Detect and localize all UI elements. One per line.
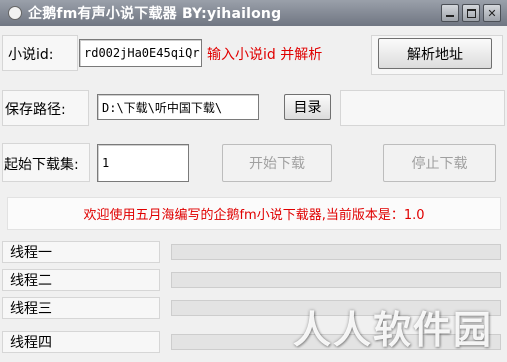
- app-icon: [8, 6, 22, 20]
- welcome-banner: 欢迎使用五月海编写的企鹅fm小说下载器,当前版本是：1.0: [7, 197, 501, 230]
- watermark: 人人软件园: [292, 307, 493, 352]
- directory-button[interactable]: 目录: [284, 94, 331, 120]
- start-episode-label: 起始下载集:: [4, 157, 79, 173]
- maximize-icon: [466, 8, 476, 18]
- save-path-status-panel: [340, 90, 505, 126]
- start-episode-input[interactable]: 1: [97, 144, 189, 182]
- title-bar[interactable]: 企鹅fm有声小说下载器 BY:yihailong ✕: [0, 0, 507, 26]
- thread-progress-bar: [171, 244, 501, 260]
- thread-label: 线程四: [10, 335, 52, 351]
- stop-download-button[interactable]: 停止下载: [383, 144, 496, 182]
- window-controls: ✕: [441, 4, 501, 22]
- thread-label: 线程一: [10, 245, 52, 261]
- novel-id-hint: 输入小说id 并解析: [207, 47, 323, 63]
- thread-progress-bar: [171, 272, 501, 288]
- start-episode-value: 1: [102, 156, 110, 170]
- save-path-value: D:\下载\听中国下载\: [102, 100, 223, 115]
- minimize-button[interactable]: [441, 4, 459, 22]
- parse-address-button[interactable]: 解析地址: [378, 38, 492, 69]
- novel-id-label: 小说id:: [8, 47, 54, 63]
- save-path-label: 保存路径:: [5, 102, 66, 118]
- maximize-button[interactable]: [462, 4, 480, 22]
- window-title: 企鹅fm有声小说下载器 BY:yihailong: [28, 6, 282, 22]
- welcome-banner-text: 欢迎使用五月海编写的企鹅fm小说下载器,当前版本是：1.0: [83, 208, 425, 223]
- minimize-icon: [446, 15, 454, 17]
- novel-id-value: rd002jHa0E45qiQr: [84, 46, 200, 60]
- thread-label: 线程二: [10, 273, 52, 289]
- novel-id-input[interactable]: rd002jHa0E45qiQr: [79, 39, 202, 67]
- start-download-button[interactable]: 开始下载: [222, 144, 332, 182]
- close-button[interactable]: ✕: [483, 4, 501, 22]
- save-path-input[interactable]: D:\下载\听中国下载\: [97, 94, 259, 120]
- thread-label: 线程三: [10, 301, 52, 317]
- close-icon: ✕: [487, 6, 497, 20]
